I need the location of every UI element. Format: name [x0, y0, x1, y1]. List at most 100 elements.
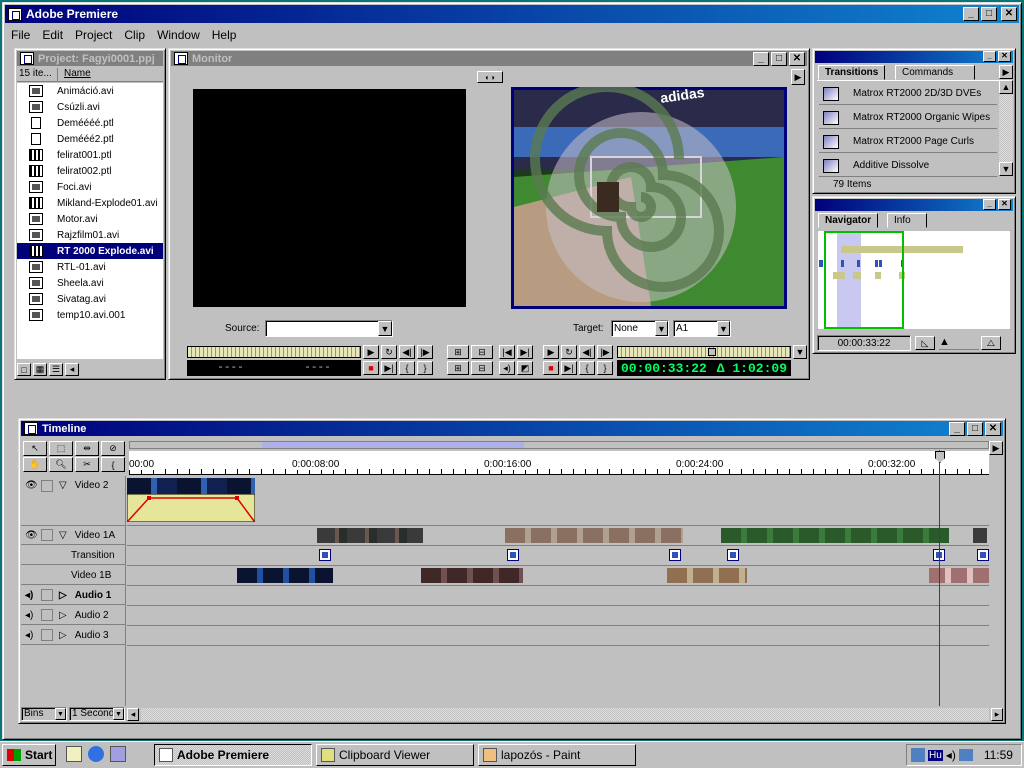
- work-area-bar[interactable]: [129, 441, 989, 449]
- chevron-down-icon[interactable]: ▼: [655, 321, 668, 336]
- speaker-icon[interactable]: ◂): [25, 590, 39, 601]
- task-paint[interactable]: lapozós - Paint: [478, 744, 636, 766]
- thumbnail-view-button[interactable]: ▦: [33, 363, 47, 376]
- track-header-video-2[interactable]: 👁︎ ▽ Video 2: [21, 476, 126, 526]
- scroll-down-button[interactable]: ▼: [999, 162, 1013, 176]
- program-loop-button[interactable]: ↻: [561, 345, 577, 359]
- program-step-back-button[interactable]: ◀|: [579, 345, 595, 359]
- tray-app-icon[interactable]: [911, 748, 925, 762]
- show-desktop-icon[interactable]: [66, 746, 82, 762]
- expand-triangle-icon[interactable]: ▷: [59, 630, 67, 641]
- transition-item[interactable]: Matrox RT2000 2D/3D DVEs: [819, 83, 997, 105]
- tab-navigator[interactable]: Navigator: [818, 213, 879, 228]
- eye-icon[interactable]: 👁︎: [25, 530, 39, 541]
- transition-marker-1[interactable]: [319, 549, 331, 561]
- timeline-horizontal-scrollbar[interactable]: [141, 707, 989, 721]
- transition-marker-3[interactable]: [669, 549, 681, 561]
- prev-edit-button[interactable]: |◀: [499, 345, 515, 359]
- tab-transitions[interactable]: Transitions: [818, 65, 886, 80]
- chevron-down-icon[interactable]: ▼: [378, 321, 392, 336]
- project-item[interactable]: Csúzli.avi: [17, 99, 163, 115]
- edit-line[interactable]: [939, 450, 940, 706]
- name-column-header[interactable]: Name: [57, 68, 91, 81]
- task-adobe-premiere[interactable]: Adobe Premiere: [154, 744, 312, 766]
- program-monitor-screen[interactable]: adidas: [511, 87, 787, 309]
- transitions-close-button[interactable]: ✕: [998, 51, 1011, 62]
- transition-marker-2[interactable]: [507, 549, 519, 561]
- selection-tool-icon[interactable]: ↖: [23, 441, 47, 456]
- menu-edit[interactable]: Edit: [36, 28, 69, 42]
- scroll-left-button[interactable]: ◂: [65, 363, 79, 376]
- source-record-button[interactable]: ■: [363, 361, 379, 375]
- video-1a-clip-3[interactable]: [721, 528, 949, 543]
- target-audio-dropdown[interactable]: A1 ▼: [673, 320, 731, 337]
- channels-icon[interactable]: [110, 746, 126, 762]
- video-2-opacity-clip[interactable]: [127, 494, 255, 522]
- time-ruler[interactable]: 00:00 0:00:08:00 0:00:16:00 0:00:24:00 0…: [129, 451, 989, 475]
- audio-toggle-button[interactable]: ◂): [499, 361, 515, 375]
- network-icon[interactable]: [958, 749, 973, 761]
- overlay-button[interactable]: ⊟: [471, 345, 493, 359]
- monitor-minimize-button[interactable]: _: [753, 52, 769, 66]
- navigator-minimize-button[interactable]: _: [983, 199, 996, 210]
- monitor-close-button[interactable]: ✕: [789, 52, 805, 66]
- timeline-maximize-button[interactable]: □: [967, 422, 983, 436]
- program-goto-out-button[interactable]: ▶|: [561, 361, 577, 375]
- target-video-dropdown[interactable]: None ▼: [611, 320, 669, 337]
- expand-triangle-icon[interactable]: ▽: [59, 530, 67, 541]
- menu-clip[interactable]: Clip: [118, 28, 151, 42]
- icon-view-button[interactable]: □: [17, 363, 31, 376]
- transition-item[interactable]: Matrox RT2000 Organic Wipes: [819, 107, 997, 129]
- link-tool-icon[interactable]: ⊘: [101, 441, 125, 456]
- bins-dropdown[interactable]: Bins ▼: [21, 707, 67, 721]
- video-1a-clip-2[interactable]: [505, 528, 683, 543]
- navigator-timecode[interactable]: 00:00:33:22: [817, 335, 911, 351]
- program-step-fwd-button[interactable]: |▶: [597, 345, 613, 359]
- source-goto-out-button[interactable]: ▶|: [381, 361, 397, 375]
- chevron-down-icon[interactable]: ▼: [113, 708, 124, 720]
- navigator-preview[interactable]: [817, 230, 1011, 330]
- hand-tool-icon[interactable]: ✋: [23, 457, 47, 472]
- project-item[interactable]: Demééé2.ptl: [17, 131, 163, 147]
- transition-item[interactable]: Additive Dissolve: [819, 155, 997, 177]
- video-1b-clip-4[interactable]: [929, 568, 989, 583]
- time-zoom-dropdown[interactable]: 1 Second ▼: [69, 707, 125, 721]
- expand-triangle-icon[interactable]: ▷: [59, 590, 67, 601]
- start-button[interactable]: Start: [2, 744, 56, 766]
- project-item[interactable]: temp10.avi.001: [17, 307, 163, 323]
- project-item[interactable]: Mikland-Explode01.avi: [17, 195, 163, 211]
- in-out-tool-icon[interactable]: {: [101, 457, 125, 472]
- source-play-button[interactable]: ▶: [363, 345, 379, 359]
- navigator-close-button[interactable]: ✕: [998, 199, 1011, 210]
- transitions-scrollbar[interactable]: ▲ ▼: [999, 80, 1013, 176]
- lane-transition[interactable]: [127, 546, 989, 566]
- lock-box[interactable]: [41, 480, 53, 492]
- project-item[interactable]: RT 2000 Explode.avi: [17, 243, 163, 259]
- video-2-clip-thumbs[interactable]: [127, 478, 255, 494]
- source-step-fwd-button[interactable]: |▶: [417, 345, 433, 359]
- video-1b-clip-3[interactable]: [667, 568, 747, 583]
- tab-info[interactable]: Info: [887, 213, 927, 228]
- transition-item[interactable]: Matrox RT2000 Page Curls: [819, 131, 997, 153]
- chevron-down-icon[interactable]: ▼: [55, 708, 66, 720]
- expand-triangle-icon[interactable]: ▷: [59, 610, 67, 621]
- minimize-button[interactable]: _: [963, 7, 979, 21]
- lock-box[interactable]: [41, 629, 53, 641]
- source-mark-in-button[interactable]: {: [399, 361, 415, 375]
- project-item[interactable]: felirat002.ptl: [17, 163, 163, 179]
- insert-button[interactable]: ⊞: [447, 345, 469, 359]
- zoom-tool-icon[interactable]: 🔍︎: [49, 457, 73, 472]
- zoom-slider[interactable]: ▲: [939, 336, 979, 350]
- zoom-in-button[interactable]: ⧍: [981, 336, 1001, 350]
- track-tool-icon[interactable]: ⇹: [75, 441, 99, 456]
- app-titlebar[interactable]: Adobe Premiere: [5, 5, 1019, 23]
- source-step-back-button[interactable]: ◀|: [399, 345, 415, 359]
- zoom-out-button[interactable]: ◺: [915, 336, 935, 350]
- scroll-right-button[interactable]: ▸: [991, 707, 1003, 721]
- expand-triangle-icon[interactable]: ▽: [59, 480, 67, 491]
- lift-button[interactable]: ⊞: [447, 361, 469, 375]
- monitor-menu-arrow[interactable]: ▶: [791, 69, 805, 85]
- browser-icon[interactable]: [88, 746, 104, 762]
- work-area-range[interactable]: [262, 442, 524, 448]
- scroll-up-button[interactable]: ▲: [999, 80, 1013, 94]
